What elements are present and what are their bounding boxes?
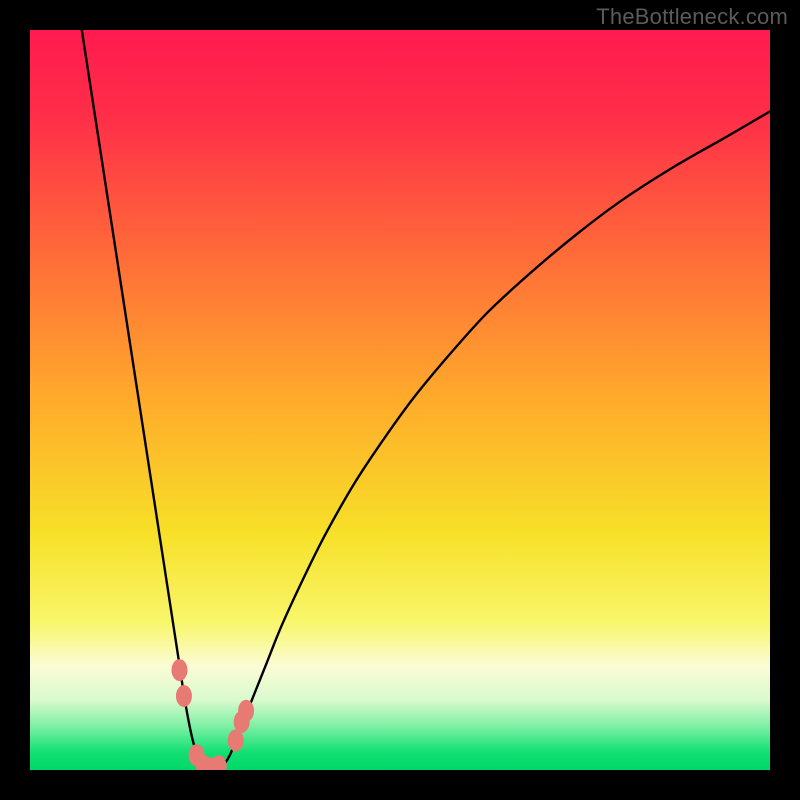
bottleneck-curve bbox=[82, 30, 770, 770]
chart-frame: TheBottleneck.com bbox=[0, 0, 800, 800]
data-marker bbox=[211, 755, 227, 770]
plot-area bbox=[30, 30, 770, 770]
data-marker bbox=[176, 685, 192, 707]
data-marker bbox=[238, 700, 254, 722]
watermark-text: TheBottleneck.com bbox=[596, 4, 788, 30]
data-markers bbox=[171, 659, 254, 770]
curve-layer bbox=[30, 30, 770, 770]
data-marker bbox=[171, 659, 187, 681]
